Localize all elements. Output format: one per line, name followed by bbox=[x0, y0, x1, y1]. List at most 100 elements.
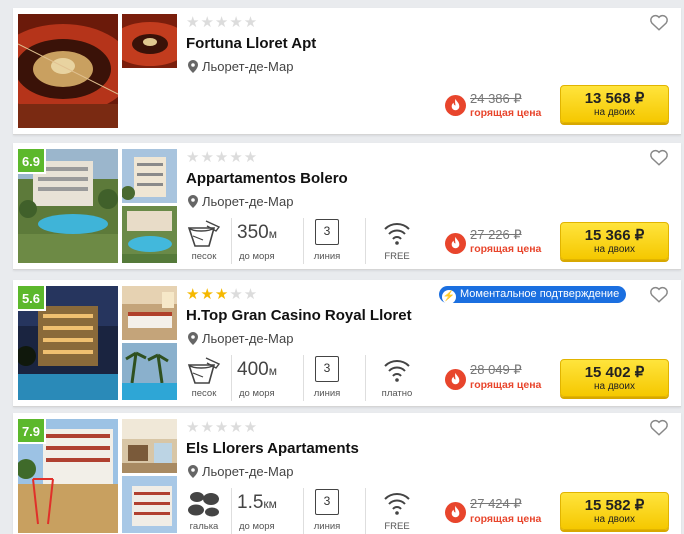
distance-unit: м bbox=[268, 364, 277, 378]
rating-badge: 7.9 bbox=[18, 419, 46, 444]
hotel-name[interactable]: H.Top Gran Casino Royal Lloret bbox=[186, 307, 412, 324]
hotel-thumbnail[interactable] bbox=[122, 149, 177, 203]
distance-label: до моря bbox=[239, 388, 275, 399]
hotel-card[interactable]: 5.6 ★★★★★ ⚡ Моментальное подтверждение H.… bbox=[13, 280, 681, 407]
beach-type-label: галька bbox=[189, 521, 219, 532]
hot-deal-flame-icon bbox=[445, 233, 466, 254]
location-pin-icon bbox=[188, 60, 198, 73]
hotel-card[interactable]: ★★★★★ Fortuna Lloret Apt Льорет-де-Мар 2… bbox=[13, 8, 681, 135]
lightning-icon: ⚡ bbox=[442, 290, 456, 304]
hotel-photo[interactable]: 5.6 bbox=[18, 286, 118, 400]
distance-to-sea: 350м до моря bbox=[237, 218, 299, 265]
hot-price-label: горящая цена bbox=[470, 107, 542, 119]
instant-confirmation-label: Моментальное подтверждение bbox=[460, 288, 620, 300]
price-subtitle: на двоих bbox=[593, 381, 636, 392]
star-rating: ★★★★★ bbox=[186, 286, 259, 303]
hot-price-label: горящая цена bbox=[470, 243, 542, 255]
hotel-thumbnail[interactable] bbox=[122, 14, 177, 68]
hotel-location[interactable]: Льорет-де-Мар bbox=[188, 331, 293, 346]
rating-badge: 5.6 bbox=[18, 286, 46, 311]
price-subtitle: на двоих bbox=[593, 514, 636, 525]
hot-price-label: горящая цена bbox=[470, 379, 542, 391]
divider bbox=[365, 488, 366, 534]
price-value: 13 568 ₽ bbox=[584, 90, 645, 107]
old-price: 24 386 ₽ bbox=[470, 91, 522, 106]
price-button[interactable]: 15 402 ₽ на двоих bbox=[560, 359, 669, 397]
location-pin-icon bbox=[188, 465, 198, 478]
beach-line-value: 3 bbox=[315, 489, 339, 515]
divider bbox=[365, 218, 366, 264]
hotel-card[interactable]: 7.9 ★★★★★ Els Llorers Apartaments Льорет… bbox=[13, 413, 681, 534]
hotel-thumbnail[interactable] bbox=[122, 419, 177, 473]
hotel-name[interactable]: Els Llorers Apartaments bbox=[186, 440, 359, 457]
wifi-info: FREE bbox=[379, 218, 415, 265]
beach-type: песок bbox=[186, 218, 222, 265]
star-rating: ★★★★★ bbox=[186, 419, 259, 436]
price-button[interactable]: 15 366 ₽ на двоих bbox=[560, 222, 669, 260]
price-subtitle: на двоих bbox=[593, 107, 636, 118]
wifi-info: FREE bbox=[379, 488, 415, 534]
hotel-thumbnail[interactable] bbox=[122, 343, 177, 400]
old-price: 28 049 ₽ bbox=[470, 362, 522, 377]
hot-deal-flame-icon bbox=[445, 369, 466, 390]
beach-type: галька bbox=[186, 488, 222, 534]
instant-confirmation-badge: ⚡ Моментальное подтверждение bbox=[439, 286, 627, 304]
location-label: Льорет-де-Мар bbox=[202, 194, 294, 209]
location-label: Льорет-де-Мар bbox=[202, 331, 294, 346]
wifi-label: FREE bbox=[384, 251, 410, 262]
divider bbox=[303, 218, 304, 264]
divider bbox=[303, 488, 304, 534]
hotel-thumbnail[interactable] bbox=[122, 476, 177, 533]
distance-to-sea: 1.5км до моря bbox=[237, 488, 299, 534]
hotel-photo[interactable] bbox=[18, 14, 118, 128]
hotel-location[interactable]: Льорет-де-Мар bbox=[188, 464, 293, 479]
hotel-card[interactable]: 6.9 ★★★★★ Appartamentos Bolero Льорет-де… bbox=[13, 143, 681, 270]
hotel-thumbnail[interactable] bbox=[122, 206, 177, 263]
hotel-photo[interactable]: 7.9 bbox=[18, 419, 118, 533]
divider bbox=[231, 488, 232, 534]
beach-line-label: линия bbox=[313, 521, 341, 532]
hotel-location[interactable]: Льорет-де-Мар bbox=[188, 194, 293, 209]
price-value: 15 366 ₽ bbox=[584, 227, 645, 244]
beach-line: 3 линия bbox=[311, 355, 347, 402]
divider bbox=[231, 218, 232, 264]
distance-value: 350 bbox=[237, 222, 269, 243]
favorite-heart-icon[interactable] bbox=[649, 285, 669, 303]
hotel-name[interactable]: Appartamentos Bolero bbox=[186, 170, 348, 187]
location-pin-icon bbox=[188, 332, 198, 345]
beach-type: песок bbox=[186, 355, 222, 402]
distance-unit: м bbox=[268, 227, 277, 241]
distance-to-sea: 400м до моря bbox=[237, 355, 299, 402]
hotel-location[interactable]: Льорет-де-Мар bbox=[188, 59, 293, 74]
sand-bucket-icon bbox=[187, 220, 221, 247]
price-button[interactable]: 15 582 ₽ на двоих bbox=[560, 492, 669, 530]
price-value: 15 402 ₽ bbox=[584, 364, 645, 381]
old-price: 27 226 ₽ bbox=[470, 227, 522, 242]
favorite-heart-icon[interactable] bbox=[649, 418, 669, 436]
location-pin-icon bbox=[188, 195, 198, 208]
distance-value: 400 bbox=[237, 359, 269, 380]
wifi-icon bbox=[384, 223, 410, 245]
hotel-name[interactable]: Fortuna Lloret Apt bbox=[186, 35, 316, 52]
pebbles-icon bbox=[188, 492, 219, 517]
distance-unit: км bbox=[263, 497, 277, 511]
distance-value: 1.5 bbox=[237, 492, 264, 513]
beach-line: 3 линия bbox=[311, 218, 347, 265]
location-label: Льорет-де-Мар bbox=[202, 59, 294, 74]
old-price: 27 424 ₽ bbox=[470, 496, 522, 511]
hotel-photo[interactable]: 6.9 bbox=[18, 149, 118, 263]
favorite-heart-icon[interactable] bbox=[649, 13, 669, 31]
hotel-thumbnail[interactable] bbox=[122, 286, 177, 340]
wifi-label: платно bbox=[381, 388, 413, 399]
star-rating: ★★★★★ bbox=[186, 149, 259, 166]
distance-label: до моря bbox=[239, 251, 275, 262]
distance-label: до моря bbox=[239, 521, 275, 532]
price-button[interactable]: 13 568 ₽ на двоих bbox=[560, 85, 669, 123]
divider bbox=[365, 355, 366, 401]
favorite-heart-icon[interactable] bbox=[649, 148, 669, 166]
wifi-info: платно bbox=[379, 355, 415, 402]
hot-price-label: горящая цена bbox=[470, 513, 542, 525]
price-value: 15 582 ₽ bbox=[584, 497, 645, 514]
beach-line-value: 3 bbox=[315, 356, 339, 382]
wifi-icon bbox=[384, 493, 410, 515]
